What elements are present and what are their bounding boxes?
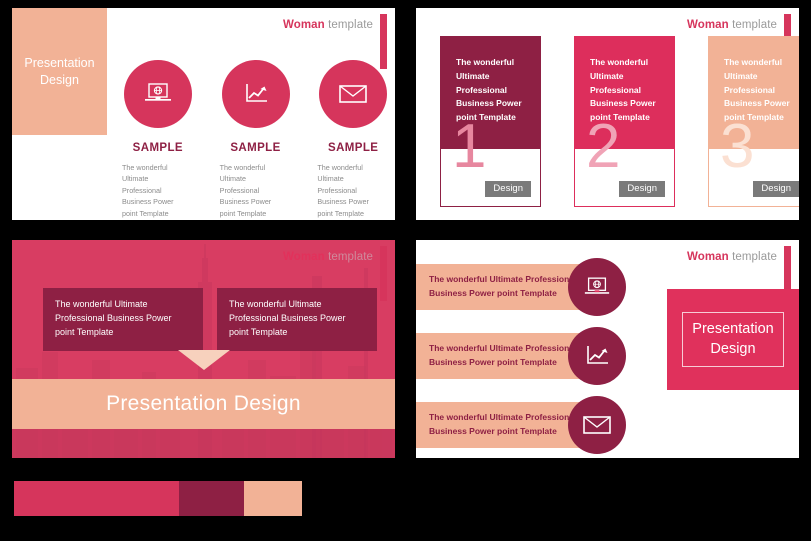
color-palette-bar bbox=[14, 481, 302, 516]
envelope-icon bbox=[582, 414, 612, 436]
text-box-row: The wonderful Ultimate Professional Busi… bbox=[43, 288, 377, 351]
icon-circle[interactable] bbox=[221, 60, 290, 128]
slide-three-icon-sample[interactable]: Woman template Presentation Design SAMPL… bbox=[12, 8, 395, 220]
slide-grid: Woman template Presentation Design SAMPL… bbox=[0, 0, 811, 541]
panel-line-1: Presentation bbox=[692, 321, 774, 338]
slide-icon-list[interactable]: Woman template The wonderful Ultimate Pr… bbox=[416, 240, 799, 458]
sample-item[interactable]: SAMPLE The wonderful Ultimate Profession… bbox=[317, 60, 389, 219]
laptop-globe-icon bbox=[583, 276, 611, 299]
swatch-crimson bbox=[14, 481, 179, 516]
panel-text: Presentation Design bbox=[24, 55, 94, 89]
swatch-peach bbox=[244, 481, 302, 516]
brand-light: template bbox=[328, 251, 373, 263]
brand-label: Woman template bbox=[283, 251, 373, 263]
band-title: Presentation Design bbox=[106, 392, 301, 415]
numbered-column[interactable]: The wonderful Ultimate Professional Busi… bbox=[708, 36, 799, 207]
column-number: 1 bbox=[452, 112, 487, 181]
design-button[interactable]: Design bbox=[485, 181, 531, 197]
icon-circle[interactable] bbox=[123, 60, 192, 128]
sample-title: SAMPLE bbox=[328, 142, 379, 154]
presentation-design-panel: Presentation Design bbox=[12, 8, 107, 135]
sample-columns: SAMPLE The wonderful Ultimate Profession… bbox=[122, 60, 389, 219]
panel-frame: Presentation Design bbox=[682, 312, 784, 367]
accent-bar bbox=[380, 246, 387, 301]
design-button[interactable]: Design bbox=[619, 181, 665, 197]
brand-bold: Woman bbox=[282, 251, 325, 263]
sample-item[interactable]: SAMPLE The wonderful Ultimate Profession… bbox=[122, 60, 194, 219]
design-button[interactable]: Design bbox=[753, 181, 799, 197]
column-number: 3 bbox=[720, 112, 755, 181]
sample-body: The wonderful Ultimate Professional Busi… bbox=[219, 163, 272, 218]
sample-item[interactable]: SAMPLE The wonderful Ultimate Profession… bbox=[220, 60, 292, 219]
line-chart-icon bbox=[243, 82, 269, 106]
icon-circle[interactable] bbox=[568, 396, 626, 454]
numbered-column[interactable]: The wonderful Ultimate Professional Busi… bbox=[574, 36, 675, 207]
panel-line-2: Design bbox=[710, 340, 756, 357]
brand-bold: Woman bbox=[686, 251, 729, 263]
line-chart-icon bbox=[584, 344, 610, 368]
presentation-design-band: Presentation Design bbox=[12, 379, 395, 429]
sample-body: The wonderful Ultimate Professional Busi… bbox=[317, 163, 369, 218]
numbered-columns: The wonderful Ultimate Professional Busi… bbox=[440, 36, 799, 207]
brand-light: template bbox=[732, 251, 777, 263]
text-box: The wonderful Ultimate Professional Busi… bbox=[217, 288, 377, 351]
sample-title: SAMPLE bbox=[230, 142, 281, 154]
icon-circle[interactable] bbox=[568, 327, 626, 385]
down-arrow-icon bbox=[177, 350, 230, 370]
numbered-column[interactable]: The wonderful Ultimate Professional Busi… bbox=[440, 36, 541, 207]
panel-line-1: Presentation bbox=[24, 55, 95, 70]
presentation-design-panel: Presentation Design bbox=[667, 289, 799, 390]
icon-circle[interactable] bbox=[319, 60, 388, 128]
sample-title: SAMPLE bbox=[132, 142, 183, 154]
icon-circle[interactable] bbox=[568, 258, 626, 316]
slide-cityscape-banner[interactable]: Woman template The wonderful Ultimate Pr… bbox=[12, 240, 395, 458]
envelope-icon bbox=[338, 83, 368, 105]
brand-label: Woman template bbox=[687, 251, 777, 263]
swatch-maroon bbox=[179, 481, 244, 516]
brand-bold: Woman bbox=[282, 19, 325, 31]
text-box: The wonderful Ultimate Professional Busi… bbox=[43, 288, 203, 351]
sample-body: The wonderful Ultimate Professional Busi… bbox=[122, 163, 174, 218]
brand-light: template bbox=[732, 19, 777, 31]
brand-label: Woman template bbox=[687, 19, 777, 31]
brand-light: template bbox=[328, 19, 373, 31]
column-number: 2 bbox=[586, 112, 621, 181]
brand-label: Woman template bbox=[283, 19, 373, 31]
laptop-globe-icon bbox=[143, 82, 173, 106]
slide-numbered-columns[interactable]: Woman template The wonderful Ultimate Pr… bbox=[416, 8, 799, 220]
brand-bold: Woman bbox=[686, 19, 729, 31]
panel-line-2: Design bbox=[40, 72, 79, 87]
